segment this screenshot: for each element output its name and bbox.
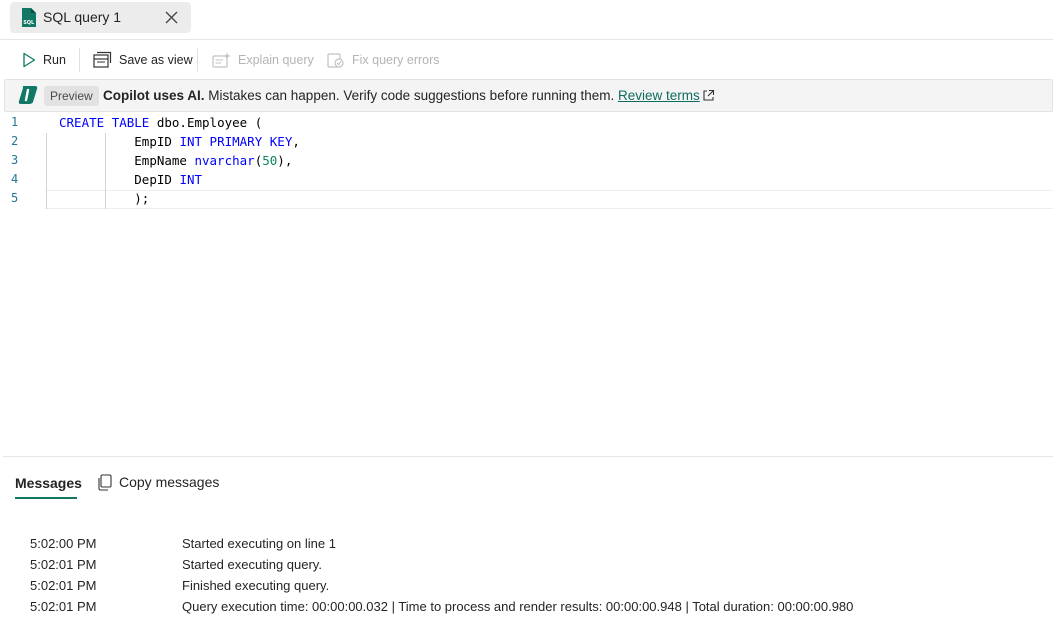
toolbar-divider — [79, 48, 80, 72]
tab-title: SQL query 1 — [43, 9, 122, 25]
close-icon[interactable] — [163, 9, 180, 26]
explain-query-label: Explain query — [238, 53, 314, 67]
banner-bold-text: Copilot uses AI. — [103, 88, 205, 103]
sql-token: , — [292, 134, 300, 149]
save-as-view-button[interactable]: Save as view — [93, 50, 193, 70]
sql-token: DepID — [134, 172, 172, 187]
sql-keyword: TABLE — [111, 115, 150, 130]
sql-token: EmpName — [134, 153, 187, 168]
sql-keyword: KEY — [269, 134, 293, 149]
copy-icon — [98, 473, 112, 491]
active-tab-indicator — [15, 497, 77, 499]
indent-guide — [46, 133, 47, 209]
message-text: Started executing query. — [182, 557, 322, 572]
sql-token: ; — [141, 191, 150, 206]
code-line[interactable]: DepID INT — [59, 172, 202, 187]
sql-token: EmpID — [134, 134, 172, 149]
save-as-view-label: Save as view — [119, 53, 193, 67]
results-divider[interactable] — [3, 456, 1053, 457]
message-time: 5:02:00 PM — [30, 536, 97, 551]
tab-sql-query-1[interactable]: SQL SQL query 1 — [10, 2, 191, 33]
banner-text: Mistakes can happen. Verify code suggest… — [204, 88, 619, 103]
current-line-highlight — [45, 190, 1053, 209]
external-link-icon[interactable] — [702, 89, 715, 102]
message-time: 5:02:01 PM — [30, 557, 97, 572]
sql-keyword: INT — [179, 134, 203, 149]
sql-token: dbo.Employee — [156, 115, 248, 130]
line-number: 2 — [11, 134, 19, 148]
fix-query-errors-button[interactable]: Fix query errors — [327, 50, 440, 70]
sql-keyword: INT — [179, 172, 203, 187]
run-button[interactable]: Run — [22, 50, 66, 70]
sql-keyword: PRIMARY — [209, 134, 263, 149]
message-text: Started executing on line 1 — [182, 536, 336, 551]
sql-number: 50 — [262, 153, 278, 168]
tab-bar: SQL SQL query 1 — [0, 0, 1053, 40]
query-toolbar: Run Save as view Explain query Fix query… — [0, 41, 1053, 79]
banner-message: Copilot uses AI. Mistakes can happen. Ve… — [103, 88, 715, 103]
copy-messages-label: Copy messages — [119, 474, 220, 490]
run-label: Run — [43, 53, 66, 67]
message-text: Query execution time: 00:00:00.032 | Tim… — [182, 599, 854, 614]
message-time: 5:02:01 PM — [30, 578, 97, 593]
line-number: 1 — [11, 115, 19, 129]
line-number: 3 — [11, 153, 19, 167]
code-line[interactable]: ); — [59, 191, 149, 206]
fix-errors-icon — [327, 52, 344, 68]
sql-token: ) — [134, 191, 142, 206]
preview-badge: Preview — [44, 86, 99, 106]
explain-sparkle-icon — [212, 52, 231, 68]
sql-token: , — [284, 153, 293, 168]
copy-messages-button[interactable]: Copy messages — [98, 472, 219, 492]
sql-token: ) — [277, 153, 285, 168]
code-line[interactable]: EmpName nvarchar(50), — [59, 153, 292, 168]
svg-text:SQL: SQL — [23, 20, 35, 26]
message-text: Finished executing query. — [182, 578, 330, 593]
line-number: 5 — [11, 191, 19, 205]
code-editor[interactable]: 1 2 3 4 5 CREATE TABLE dbo.Employee ( Em… — [3, 113, 1053, 453]
message-time: 5:02:01 PM — [30, 599, 97, 614]
code-line[interactable]: EmpID INT PRIMARY KEY, — [59, 134, 300, 149]
line-number: 4 — [11, 172, 19, 186]
copilot-ai-banner: Preview Copilot uses AI. Mistakes can ha… — [4, 79, 1053, 112]
fix-query-errors-label: Fix query errors — [352, 53, 440, 67]
code-line[interactable]: CREATE TABLE dbo.Employee ( — [59, 115, 262, 130]
sql-keyword: CREATE — [59, 115, 105, 130]
review-terms-link[interactable]: Review terms — [618, 88, 700, 103]
sql-file-icon: SQL — [22, 8, 36, 27]
toolbar-divider — [197, 48, 198, 72]
copilot-icon — [18, 86, 38, 104]
explain-query-button[interactable]: Explain query — [212, 50, 314, 70]
play-icon — [23, 52, 36, 68]
sql-keyword: nvarchar — [194, 153, 255, 168]
tab-messages[interactable]: Messages — [15, 475, 82, 491]
view-icon — [93, 51, 112, 68]
sql-token: ( — [254, 115, 263, 130]
